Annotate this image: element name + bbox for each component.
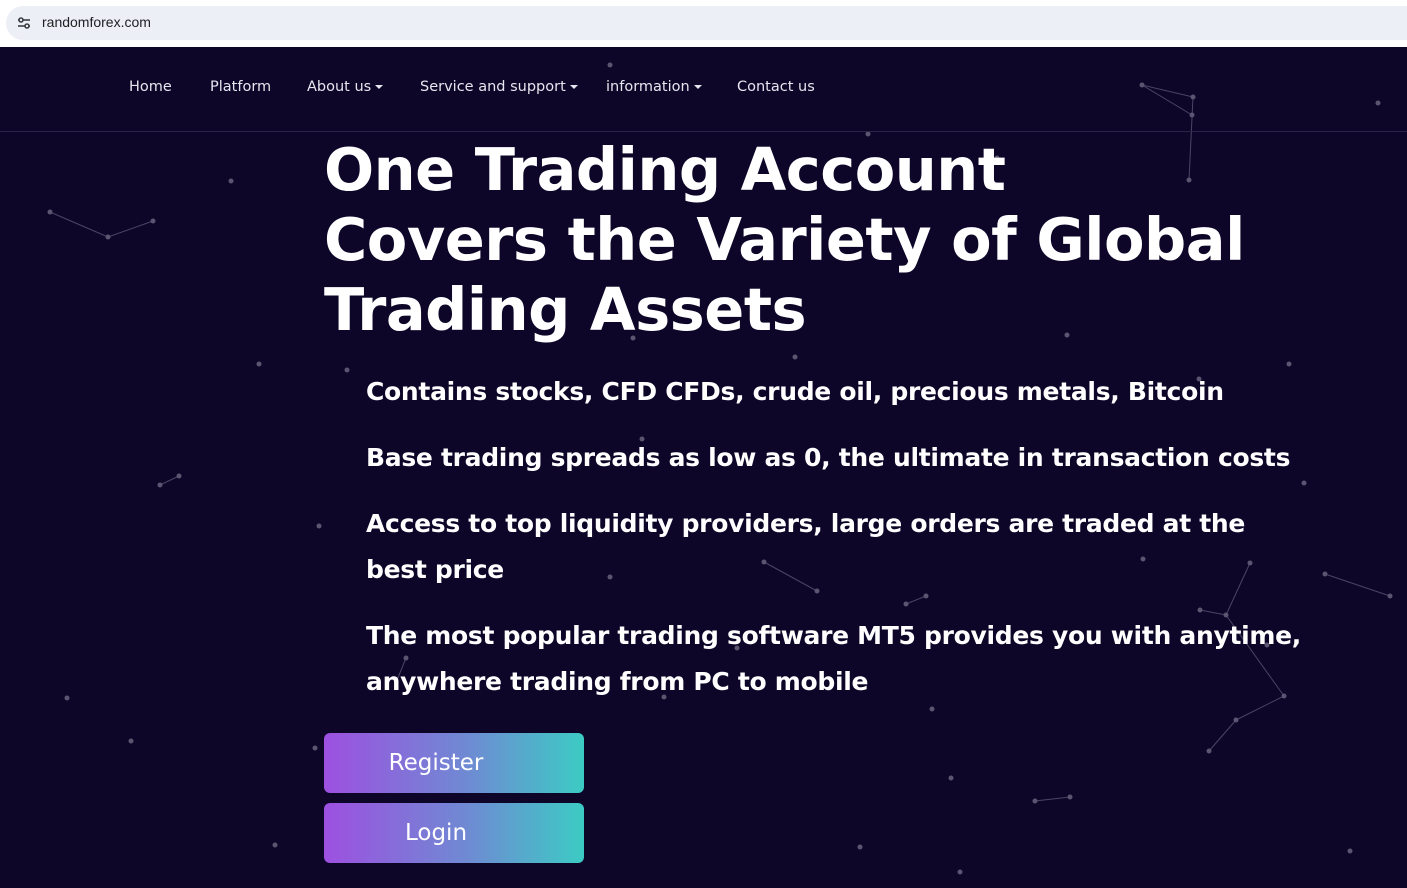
hero-title-line: One Trading Account (324, 135, 1006, 204)
caret-down-icon (375, 85, 384, 89)
address-bar[interactable]: randomforex.com (6, 6, 1407, 40)
main-navbar: Home Platform About us Service and suppo… (0, 47, 1407, 132)
nav-service-and-support-label: Service and support (420, 79, 566, 95)
browser-chrome: randomforex.com (0, 0, 1407, 47)
nav-platform-label: Platform (210, 79, 272, 95)
nav-platform[interactable]: Platform (210, 79, 271, 95)
feature-list: Contains stocks, CFD CFDs, crude oil, pr… (366, 369, 1306, 725)
tune-icon[interactable] (14, 13, 34, 33)
nav-about-us[interactable]: About us (307, 79, 384, 95)
caret-down-icon (693, 85, 702, 89)
hero-title-line: Covers the Variety of Global (324, 205, 1245, 274)
feature-item: The most popular trading software MT5 pr… (366, 621, 1301, 696)
hero-title-line: Trading Assets (324, 275, 807, 344)
feature-item: Contains stocks, CFD CFDs, crude oil, pr… (366, 377, 1224, 406)
register-button[interactable]: Register (324, 733, 584, 793)
nav-contact-us-label: Contact us (737, 79, 815, 95)
feature-item: Access to top liquidity providers, large… (366, 509, 1246, 584)
url-text[interactable]: randomforex.com (42, 14, 151, 30)
nav-contact-us[interactable]: Contact us (737, 79, 815, 95)
caret-down-icon (569, 85, 578, 89)
nav-information-label: information (606, 79, 690, 95)
nav-about-us-label: About us (307, 79, 372, 95)
nav-service-and-support[interactable]: Service and support (420, 79, 578, 95)
nav-information[interactable]: information (606, 79, 702, 95)
feature-item: Base trading spreads as low as 0, the ul… (366, 443, 1291, 472)
nav-home-label: Home (129, 79, 172, 95)
page: Home Platform About us Service and suppo… (0, 47, 1407, 888)
nav-home[interactable]: Home (129, 79, 172, 95)
login-button[interactable]: Login (324, 803, 584, 863)
hero-title: One Trading Account Covers the Variety o… (324, 135, 1324, 345)
